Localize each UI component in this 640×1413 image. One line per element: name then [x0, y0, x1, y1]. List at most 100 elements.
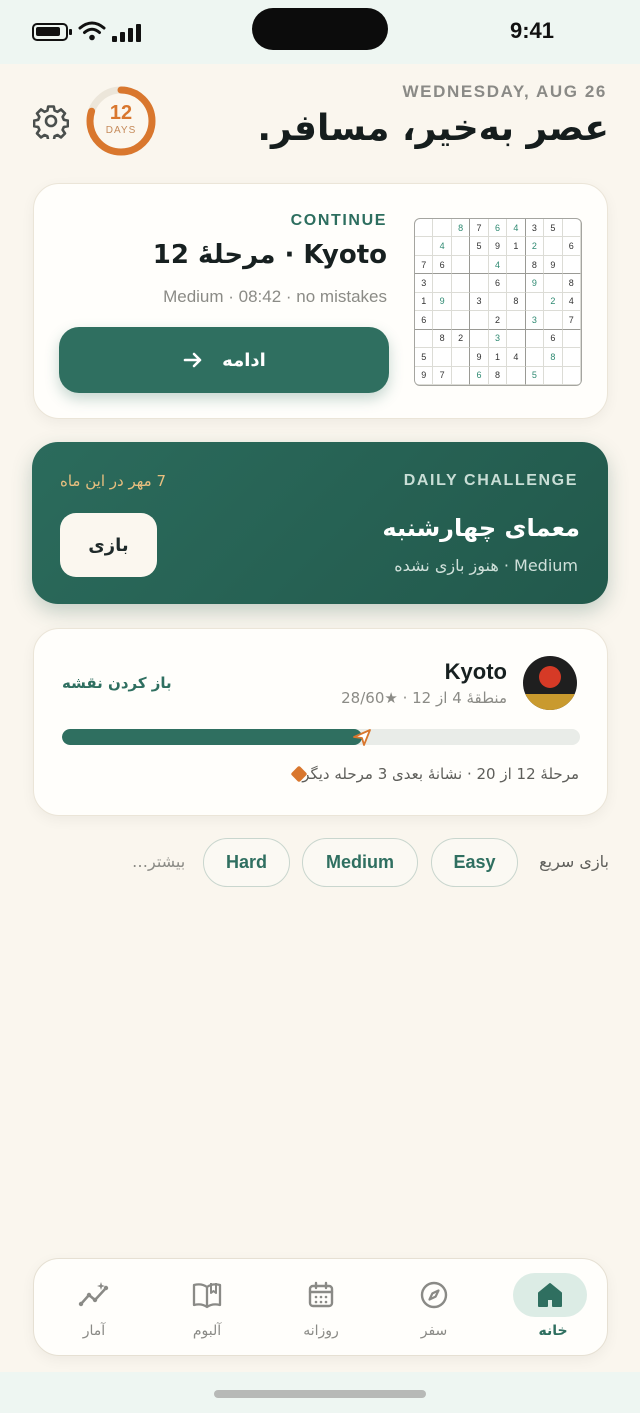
sudoku-cell: 9: [544, 255, 563, 275]
sudoku-cell: 7: [433, 366, 452, 385]
daily-challenge-label: DAILY CHALLENGE: [403, 472, 578, 489]
sudoku-cell: 5: [415, 348, 434, 367]
sudoku-cell: [470, 329, 489, 349]
continue-subtitle: Medium · 08:42 · no mistakes: [163, 287, 387, 306]
sudoku-cell: [451, 311, 471, 330]
tab-album[interactable]: آلبوم: [162, 1259, 252, 1357]
tab-daily-label: روزانه: [303, 1323, 339, 1339]
sudoku-cell: [433, 348, 452, 367]
sudoku-cell: 1: [488, 348, 508, 367]
sudoku-cell: 2: [525, 237, 545, 256]
daily-challenge-title: معمای چهارشنبه: [382, 514, 580, 542]
sudoku-cell: [433, 311, 452, 330]
sudoku-cell: 3: [470, 292, 489, 312]
sudoku-cell: [562, 329, 581, 349]
tab-journey[interactable]: سفر: [389, 1259, 479, 1357]
sudoku-cell: 9: [415, 366, 434, 385]
gear-icon[interactable]: [33, 103, 69, 139]
continue-card[interactable]: CONTINUE Kyoto · مرحلهٔ 12 Medium · 08:4…: [33, 183, 608, 419]
sudoku-cell: [562, 366, 581, 385]
sudoku-cell: 9: [470, 348, 489, 367]
quick-play-label: بازی سریع: [539, 852, 609, 871]
sudoku-cell: 4: [488, 255, 508, 275]
sudoku-cell: [562, 219, 581, 238]
sudoku-cell: 3: [415, 274, 434, 293]
continue-title: Kyoto · مرحلهٔ 12: [152, 240, 387, 270]
sudoku-cell: [415, 329, 434, 349]
sudoku-cell: [451, 366, 471, 385]
sudoku-cell: 8: [525, 255, 545, 275]
wifi-icon: [78, 21, 106, 41]
home-indicator[interactable]: [214, 1390, 426, 1398]
sudoku-cell: [507, 274, 526, 293]
home-icon: [538, 1283, 562, 1307]
tab-journey-label: سفر: [420, 1323, 448, 1339]
sudoku-cell: 8: [544, 348, 563, 367]
arrow-right-icon: [183, 352, 202, 368]
sudoku-cell: [507, 366, 526, 385]
journey-progress-track: [62, 729, 580, 745]
sudoku-cell: 4: [433, 237, 452, 256]
sudoku-cell: 6: [488, 274, 508, 293]
sudoku-cell: 6: [433, 255, 452, 275]
sudoku-cell: 8: [562, 274, 581, 293]
sudoku-cell: 3: [525, 219, 545, 238]
sudoku-cell: 7: [562, 311, 581, 330]
sudoku-cell: 1: [415, 292, 434, 312]
sudoku-cell: [415, 219, 434, 238]
sudoku-cell: [433, 219, 452, 238]
quick-play-row: بازی سریع Easy Medium Hard بیشتر…: [0, 838, 640, 888]
sudoku-cell: [451, 255, 471, 275]
sudoku-cell: [507, 329, 526, 349]
sudoku-cell: 2: [488, 311, 508, 330]
daily-play-button[interactable]: بازی: [60, 513, 157, 577]
chip-easy[interactable]: Easy: [431, 838, 518, 887]
sudoku-cell: 5: [470, 237, 489, 256]
sudoku-cell: 9: [433, 292, 452, 312]
sudoku-cell: 6: [544, 329, 563, 349]
tab-album-label: آلبوم: [192, 1323, 222, 1339]
streak-label: DAYS: [105, 125, 137, 136]
sudoku-cell: 6: [470, 366, 489, 385]
more-link[interactable]: بیشتر…: [132, 852, 185, 871]
battery-icon: [32, 23, 72, 41]
sudoku-preview: 8764354591267648936981938246237823659148…: [414, 218, 582, 386]
sudoku-cell: 3: [525, 311, 545, 330]
journey-card[interactable]: Kyoto منطقهٔ 4 از 12 · ★28/60 باز کردن ن…: [33, 628, 608, 816]
daily-challenge-subtitle: Medium · هنوز بازی نشده: [394, 556, 578, 575]
sudoku-cell: [507, 311, 526, 330]
header-date: WEDNESDAY, AUG 26: [402, 82, 607, 101]
sudoku-cell: 6: [415, 311, 434, 330]
signal-icon: [112, 24, 141, 42]
sudoku-cell: [544, 311, 563, 330]
sudoku-cell: [433, 274, 452, 293]
sudoku-cell: 7: [415, 255, 434, 275]
continue-button[interactable]: ادامه: [59, 327, 389, 393]
sudoku-cell: [451, 292, 471, 312]
sudoku-cell: 2: [451, 329, 471, 349]
tab-home[interactable]: خانه: [508, 1259, 598, 1357]
paper-plane-icon: [353, 729, 372, 746]
continue-label: CONTINUE: [290, 212, 387, 229]
chip-hard[interactable]: Hard: [203, 838, 290, 887]
tab-home-label: خانه: [538, 1323, 568, 1339]
journey-title: Kyoto: [444, 659, 507, 684]
sudoku-cell: [544, 274, 563, 293]
streak-count: 12: [109, 102, 133, 124]
sudoku-cell: [451, 348, 471, 367]
chip-medium[interactable]: Medium: [302, 838, 418, 887]
sudoku-cell: [544, 237, 563, 256]
sudoku-cell: 2: [544, 292, 563, 312]
tab-stats[interactable]: آمار: [49, 1259, 139, 1357]
journey-subtitle: منطقهٔ 4 از 12 · ★28/60: [341, 689, 507, 707]
sudoku-cell: [562, 348, 581, 367]
daily-challenge-card[interactable]: DAILY CHALLENGE 7 مهر در این ماه معمای چ…: [32, 442, 608, 604]
sudoku-cell: 9: [488, 237, 508, 256]
sudoku-cell: [470, 274, 489, 293]
sudoku-cell: 5: [544, 219, 563, 238]
status-bar: 9:41: [0, 0, 640, 64]
sudoku-cell: [470, 311, 489, 330]
tab-daily[interactable]: روزانه: [276, 1259, 366, 1357]
tab-bar: خانه سفر روزانه آلبوم آمار: [33, 1258, 608, 1356]
open-map-link[interactable]: باز کردن نقشه: [62, 674, 172, 692]
